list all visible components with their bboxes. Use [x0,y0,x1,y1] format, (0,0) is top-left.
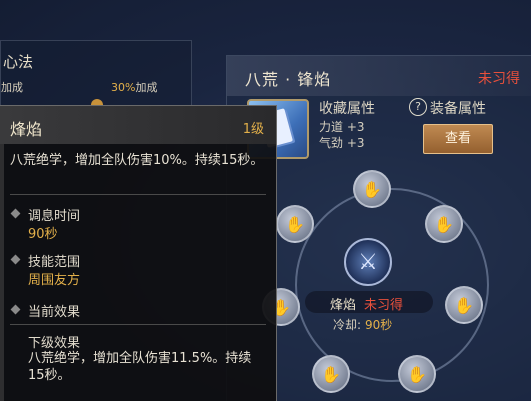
hand-icon[interactable]: ✋ [353,170,391,208]
tooltip-divider [10,324,266,325]
bonus-left-label: 加成 [1,81,23,94]
tooltip-strip [0,144,4,401]
skill-status-badge: 未习得 [478,71,520,87]
hand-icon[interactable]: ✋ [425,205,463,243]
hand-icon[interactable]: ✋ [398,355,436,393]
tooltip-divider [10,194,266,195]
skill-panel-title: 八荒 · 锋焰 [245,70,332,89]
skill-panel-header: 八荒 · 锋焰 未习得 [227,56,531,96]
tooltip-description: 八荒绝学，增加全队伤害10%。持续15秒。 [10,153,264,168]
next-effect-label: 下级效果 [28,336,81,351]
stat-strength: 力道 +3 [319,120,365,134]
mind-method-panel: 心法 加成 30%加成 [0,40,192,112]
cooldown-section-value: 90秒 [28,227,58,242]
tooltip-level: 1级 [242,122,264,137]
mind-method-title: 心法 [3,53,34,71]
center-skill-status: 未习得 [364,298,404,313]
tooltip-title: 烽焰 [10,120,43,139]
view-button[interactable]: 查看 [423,124,493,154]
center-skill-name: 烽焰 [330,298,357,313]
hand-icon[interactable]: ✋ [276,205,314,243]
stat-qi: 气劲 +3 [319,136,365,150]
range-section-value: 周围友方 [28,273,81,288]
skill-tooltip: 烽焰 1级 八荒绝学，增加全队伤害10%。持续15秒。 调息时间 90秒 技能范… [0,105,277,401]
current-effect-label: 当前效果 [28,305,81,320]
equip-attr-label: 装备属性 [430,101,486,117]
hand-icon[interactable]: ✋ [445,286,483,324]
sword-skill-icon[interactable]: ⚔ [344,238,392,286]
diamond-bullet-icon [10,254,21,265]
tooltip-header: 烽焰 1级 [0,106,276,144]
collect-attr-label: 收藏属性 [319,101,375,117]
bonus-right-label: 30%加成 [111,81,158,94]
next-effect-description: 八荒绝学，增加全队伤害11.5%。持续15秒。 [28,351,252,383]
cooldown-value: 90秒 [365,318,393,332]
range-section-label: 技能范围 [28,255,81,270]
diamond-bullet-icon [10,208,21,219]
cooldown-section-label: 调息时间 [28,209,81,224]
help-icon[interactable]: ? [409,98,427,116]
cooldown-label: 冷却: [333,318,362,332]
diamond-bullet-icon [10,304,21,315]
hand-icon[interactable]: ✋ [312,355,350,393]
